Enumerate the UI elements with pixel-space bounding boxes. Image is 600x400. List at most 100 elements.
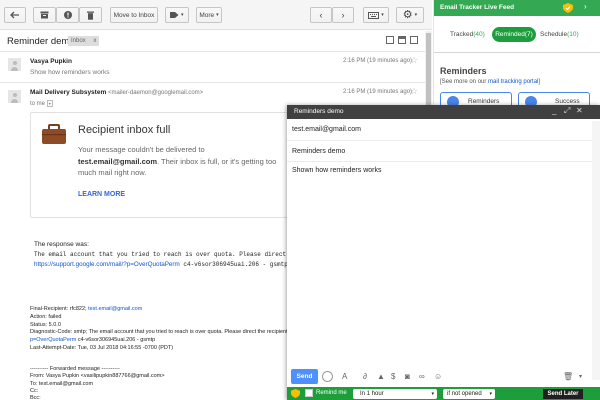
forwarded-to: To: test.email@gmail.com xyxy=(30,381,94,387)
formatting-icon[interactable]: A xyxy=(342,372,347,382)
new-window-icon[interactable] xyxy=(410,36,418,44)
tab-schedule-label: Schedule xyxy=(540,31,568,38)
success-card-label: Success xyxy=(555,98,580,105)
remind-condition-select[interactable]: if not opened ▾ xyxy=(443,388,495,399)
label-remove-icon[interactable]: x xyxy=(93,38,96,44)
response-line2-rest: c4-v6sor306945uai.206 - gsmtp xyxy=(179,261,288,268)
money-icon[interactable]: $ xyxy=(391,372,395,382)
bounce-line1: Your message couldn't be delivered to xyxy=(78,145,205,154)
compose-title: Reminders demo xyxy=(294,108,344,115)
star-icon[interactable]: ☆ xyxy=(410,86,418,97)
delete-button[interactable] xyxy=(79,7,102,23)
settings-button[interactable]: ⚙ ▾ xyxy=(396,7,424,23)
tab-tracked-count: (40) xyxy=(473,31,485,38)
tab-tracked-label: Tracked xyxy=(450,31,474,38)
message-snippet[interactable]: Show how reminders works xyxy=(30,69,109,76)
details-chevron-icon[interactable]: ▾ xyxy=(46,100,53,107)
back-button[interactable] xyxy=(4,7,26,23)
forwarded-cc: Cc: xyxy=(30,388,39,394)
reminders-sub-post: ] xyxy=(538,79,541,85)
bounce-line2: test.email@gmail.com. Their inbox is ful… xyxy=(78,157,276,166)
tracking-portal-link[interactable]: mail tracking portal xyxy=(488,79,538,85)
message-sender[interactable]: Mail Delivery Subsystem xyxy=(30,89,106,96)
remind-condition-value: if not opened xyxy=(447,390,482,397)
compose-header[interactable]: Reminders demo _ ⤢ ✕ xyxy=(287,105,600,119)
print-all-icon[interactable] xyxy=(398,36,406,44)
gmail-toolbar: Move to Inbox ▾ More ▾ ‹ › ▾ ⚙ ▾ xyxy=(0,0,432,30)
remind-time-select[interactable]: In 1 hour ▾ xyxy=(353,388,437,399)
attach-icon[interactable]: ∂ xyxy=(363,372,367,382)
chevron-right-icon: › xyxy=(341,10,345,20)
response-label: The response was: xyxy=(34,241,89,248)
diagnostic-line2: p=OverQuotaPerm c4-v6sor306945uai.206 - … xyxy=(30,337,155,343)
emoji-icon[interactable]: ☺ xyxy=(434,372,442,382)
final-recipient-label: Final-Recipient: rfc822; xyxy=(30,306,87,312)
star-icon[interactable]: ☆ xyxy=(410,55,418,66)
shield-icon xyxy=(291,389,300,398)
close-icon[interactable]: ✕ xyxy=(576,106,583,115)
message-sender[interactable]: Vasya Pupkin xyxy=(30,58,72,65)
collapse-chevron-icon[interactable]: › xyxy=(584,2,587,11)
older-button[interactable]: › xyxy=(332,7,354,23)
final-recipient-link[interactable]: test.email@gmail.com xyxy=(88,306,142,312)
subject-value: Reminders demo xyxy=(292,148,346,155)
move-to-inbox-button[interactable]: Move to Inbox xyxy=(110,7,158,23)
reminders-sub-pre: [See more on our xyxy=(440,79,489,85)
chevron-down-icon: ▾ xyxy=(431,390,434,397)
support-link[interactable]: https://support.google.com/mail/?p=OverQ… xyxy=(34,261,180,268)
minimize-icon[interactable]: _ xyxy=(552,106,556,115)
compose-body[interactable]: Shown how reminders works xyxy=(292,167,381,174)
chevron-down-icon: ▾ xyxy=(181,12,184,18)
subject-field[interactable]: Reminders demo xyxy=(287,141,600,162)
sender-line: Mail Delivery Subsystem <mailer-daemon@g… xyxy=(30,89,203,96)
send-button[interactable]: Send xyxy=(291,369,318,384)
more-label: More xyxy=(199,11,215,19)
inbox-label-chip[interactable]: Inbox x xyxy=(68,36,100,46)
more-button[interactable]: More ▾ xyxy=(196,7,222,23)
photo-icon[interactable]: ◙ xyxy=(405,372,410,382)
print-icon[interactable] xyxy=(386,36,394,44)
archive-icon xyxy=(40,11,49,19)
thread-subject: Reminder demo xyxy=(7,36,75,47)
remind-label: Remind me xyxy=(316,390,347,396)
diagnostic-rest: c4-v6sor306945uai.206 - gsmtp xyxy=(76,337,156,343)
inbox-label-text: Inbox xyxy=(71,38,86,44)
input-tools-button[interactable]: ▾ xyxy=(363,7,389,23)
compose-scrollbar[interactable] xyxy=(592,121,600,380)
reminder-bar: Remind me In 1 hour ▾ if not opened ▾ Send… xyxy=(287,387,600,400)
link-icon[interactable]: ∞ xyxy=(419,372,425,382)
learn-more-link[interactable]: LEARN MORE xyxy=(78,191,125,198)
discard-icon[interactable]: 🗑 xyxy=(563,372,573,382)
expand-icon[interactable]: ⤢ xyxy=(564,106,570,116)
response-line1: The email account that you tried to reac… xyxy=(34,251,301,258)
remind-time-value: In 1 hour xyxy=(360,390,384,397)
more-options-chevron-icon[interactable]: ▾ xyxy=(579,372,582,382)
tracking-toggle-icon[interactable] xyxy=(322,371,333,382)
back-arrow-icon xyxy=(10,11,19,19)
tab-reminded-count: (7) xyxy=(524,31,533,38)
remind-checkbox[interactable] xyxy=(305,389,313,397)
tab-reminded[interactable]: Reminded(7) xyxy=(492,27,536,42)
briefcase-icon xyxy=(42,124,66,144)
newer-button[interactable]: ‹ xyxy=(310,7,332,23)
response-line2: https://support.google.com/mail/?p=OverQ… xyxy=(34,261,288,268)
send-label: Send xyxy=(296,373,313,380)
to-field[interactable]: test.email@gmail.com xyxy=(287,119,600,141)
sender-email: <mailer-daemon@googlemail.com> xyxy=(108,90,204,96)
chevron-down-icon: ▾ xyxy=(414,12,418,18)
message-time: 2:16 PM (19 minutes ago) xyxy=(343,89,413,95)
tab-schedule[interactable]: Schedule(10) xyxy=(540,31,579,38)
send-later-button[interactable]: Send Later xyxy=(543,388,583,399)
drive-icon[interactable]: ▲ xyxy=(377,372,385,382)
archive-button[interactable] xyxy=(33,7,56,23)
reminders-card-label: Reminders xyxy=(468,98,500,105)
gear-icon: ⚙ xyxy=(402,9,413,21)
avatar xyxy=(8,90,21,103)
labels-button[interactable]: ▾ xyxy=(165,7,189,23)
keyboard-icon xyxy=(368,11,380,19)
tab-tracked[interactable]: Tracked(40) xyxy=(450,31,485,38)
recipient-line[interactable]: to me ▾ xyxy=(30,100,53,107)
over-quota-link[interactable]: p=OverQuotaPerm xyxy=(30,337,76,343)
message-time: 2:16 PM (19 minutes ago) xyxy=(343,58,413,64)
report-spam-button[interactable] xyxy=(56,7,79,23)
